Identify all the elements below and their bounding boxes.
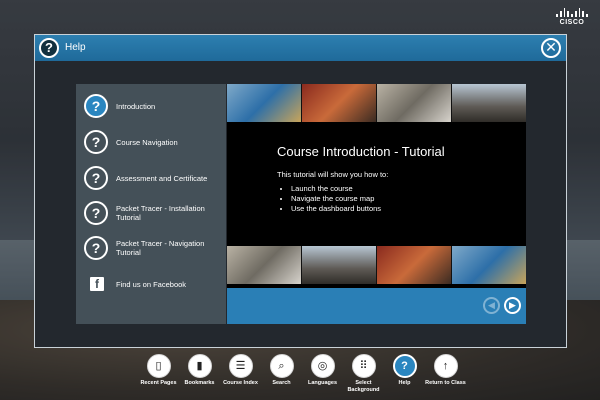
menu-item-pt-installation[interactable]: ? Packet Tracer - Installation Tutorial (84, 199, 224, 227)
previous-button[interactable]: ◀ (483, 297, 500, 314)
tutorial-nav-bar: ◀ ▶ (227, 288, 526, 324)
statue-photo (302, 246, 377, 284)
toolbar-label: Course Index (223, 380, 258, 386)
menu-item-label: Assessment and Certificate (116, 173, 208, 183)
cisco-wordmark: CISCO (559, 19, 585, 26)
toolbar-label: Bookmarks (184, 380, 215, 386)
menu-item-facebook[interactable]: f Find us on Facebook (84, 270, 224, 298)
facebook-icon: f (90, 277, 104, 291)
photo-strip-bottom (227, 246, 526, 284)
cisco-bars-icon (555, 8, 589, 17)
menu-item-label: Packet Tracer - Installation Tutorial (116, 204, 205, 222)
help-icon: ? (392, 354, 417, 378)
menu-item-label: Find us on Facebook (116, 279, 187, 289)
content-bullet-list: Launch the course Navigate the course ma… (281, 184, 381, 214)
question-icon: ? (84, 166, 108, 190)
question-icon: ? (84, 130, 108, 154)
menu-item-course-navigation[interactable]: ? Course Navigation (84, 128, 224, 156)
close-button[interactable]: ✕ (541, 38, 561, 58)
menu-item-assessment[interactable]: ? Assessment and Certificate (84, 164, 224, 192)
list-item: Navigate the course map (291, 194, 381, 204)
bottom-toolbar: ▯ Recent Pages ▮ Bookmarks ☰ Course Inde… (138, 354, 468, 400)
menu-item-introduction[interactable]: ? Introduction (84, 92, 224, 120)
help-title: Help (65, 42, 86, 53)
menu-item-label: Course Navigation (116, 137, 178, 147)
help-window: ? Help ✕ ? Introduction ? Course Navigat… (34, 34, 567, 348)
question-icon: ? (84, 201, 108, 225)
toolbar-course-index[interactable]: ☰ Course Index (220, 354, 261, 400)
cisco-logo: CISCO (555, 8, 589, 28)
toolbar-bookmarks[interactable]: ▮ Bookmarks (179, 354, 220, 400)
toolbar-recent-pages[interactable]: ▯ Recent Pages (138, 354, 179, 400)
list-icon: ☰ (228, 354, 253, 378)
globe-icon: ◎ (310, 354, 335, 378)
toolbar-languages[interactable]: ◎ Languages (302, 354, 343, 400)
toolbar-help[interactable]: ? Help (384, 354, 425, 400)
harbor-photo (377, 84, 452, 122)
toolbar-select-background[interactable]: ⠿ Select Background (343, 354, 384, 400)
toolbar-label: Select Background (347, 380, 380, 393)
toolbar-label: Recent Pages (140, 380, 177, 386)
recent-pages-icon: ▯ (146, 354, 171, 378)
guitars-photo (302, 84, 377, 122)
statue-photo (452, 84, 526, 122)
content-intro: This tutorial will show you how to: (277, 170, 389, 179)
list-item: Launch the course (291, 184, 381, 194)
help-header: ? Help ✕ (35, 35, 566, 61)
toolbar-label: Search (272, 380, 291, 386)
grid-icon: ⠿ (351, 354, 376, 378)
help-question-icon: ? (39, 38, 59, 58)
help-menu: ? Introduction ? Course Navigation ? Ass… (76, 84, 226, 324)
harbor-photo (227, 246, 302, 284)
toolbar-return-to-class[interactable]: ↑ Return to Class (425, 354, 466, 400)
toolbar-label: Help (398, 380, 411, 386)
search-icon: ⌕ (269, 354, 294, 378)
photo-strip-top (227, 84, 526, 122)
list-item: Use the dashboard buttons (291, 204, 381, 214)
tram-photo (452, 246, 526, 284)
menu-item-label: Introduction (116, 101, 156, 111)
next-button[interactable]: ▶ (504, 297, 521, 314)
up-arrow-icon: ↑ (433, 354, 458, 378)
toolbar-label: Languages (307, 380, 338, 386)
question-icon: ? (84, 94, 108, 118)
question-icon: ? (84, 236, 108, 260)
toolbar-search[interactable]: ⌕ Search (261, 354, 302, 400)
content-title: Course Introduction - Tutorial (277, 144, 445, 159)
guitars-photo (377, 246, 452, 284)
toolbar-label: Return to Class (425, 380, 466, 386)
tutorial-content: Course Introduction - Tutorial This tuto… (227, 84, 526, 324)
menu-item-pt-navigation[interactable]: ? Packet Tracer - Navigation Tutorial (84, 234, 224, 262)
bookmark-icon: ▮ (187, 354, 212, 378)
tram-photo (227, 84, 302, 122)
help-panel: ? Introduction ? Course Navigation ? Ass… (76, 84, 526, 324)
menu-item-label: Packet Tracer - Navigation Tutorial (116, 239, 205, 257)
